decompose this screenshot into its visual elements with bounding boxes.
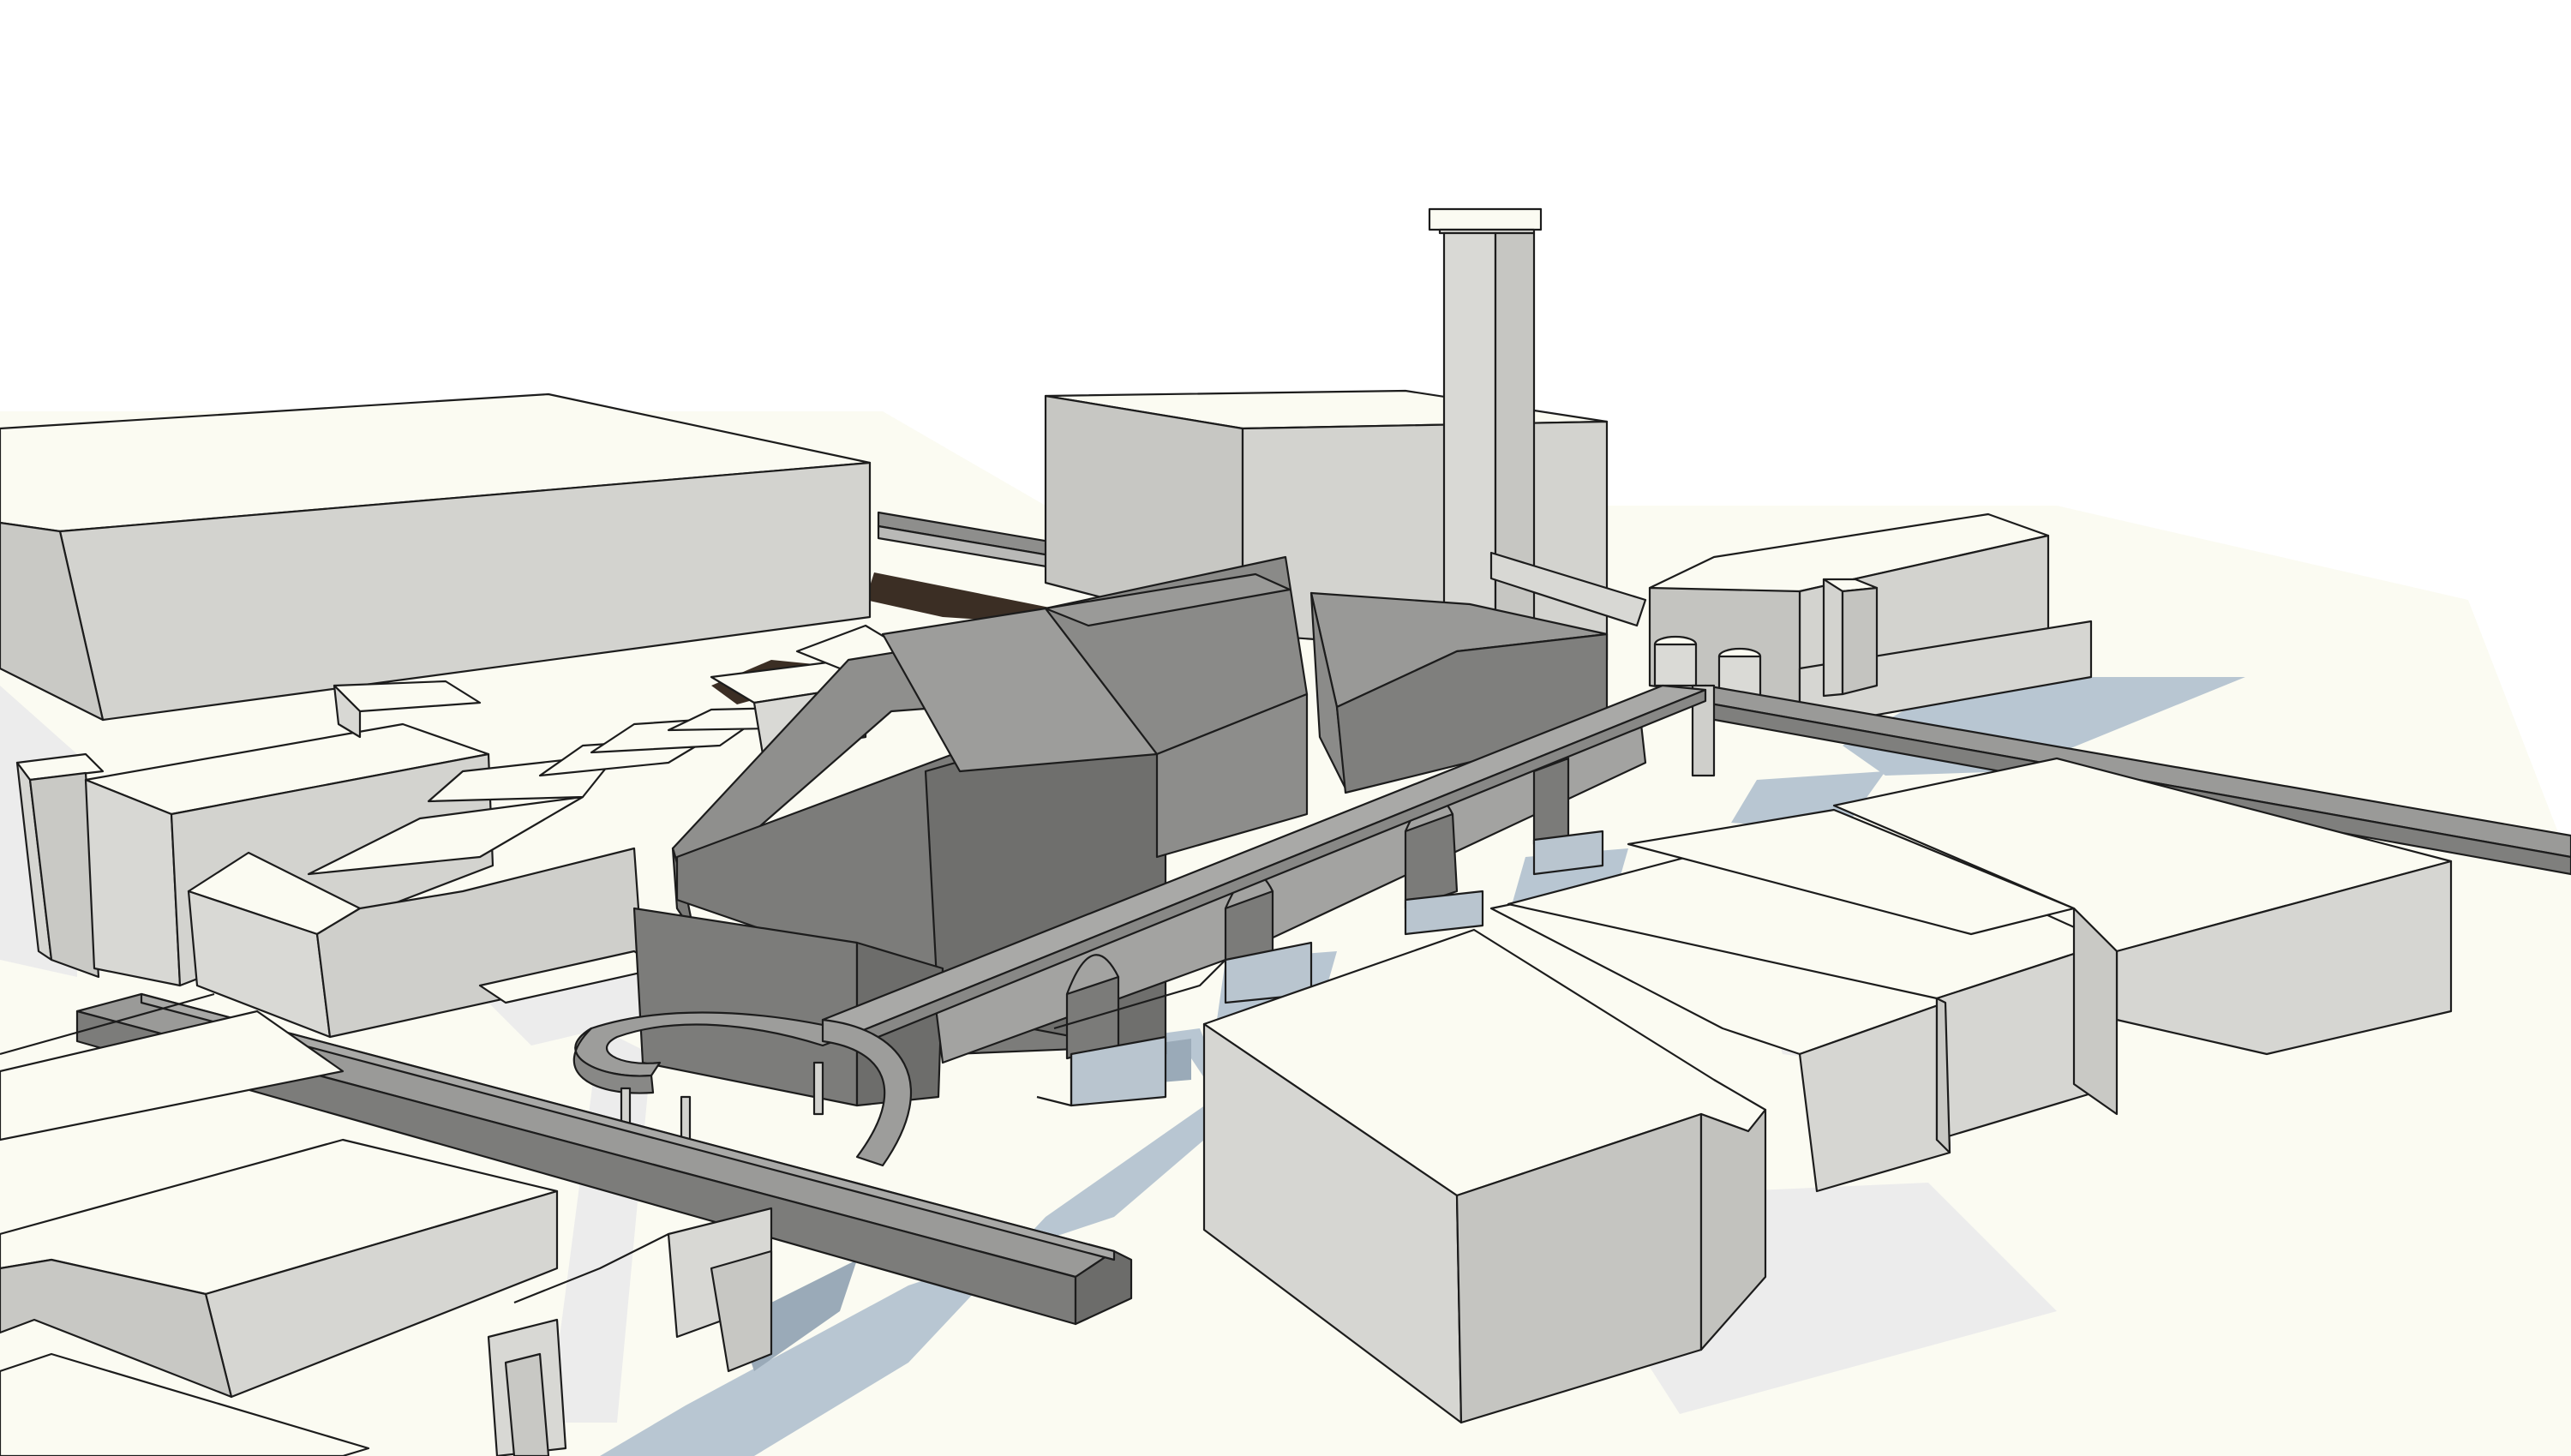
massing-scene — [0, 207, 2571, 1456]
model-viewport[interactable] — [0, 0, 2571, 1456]
